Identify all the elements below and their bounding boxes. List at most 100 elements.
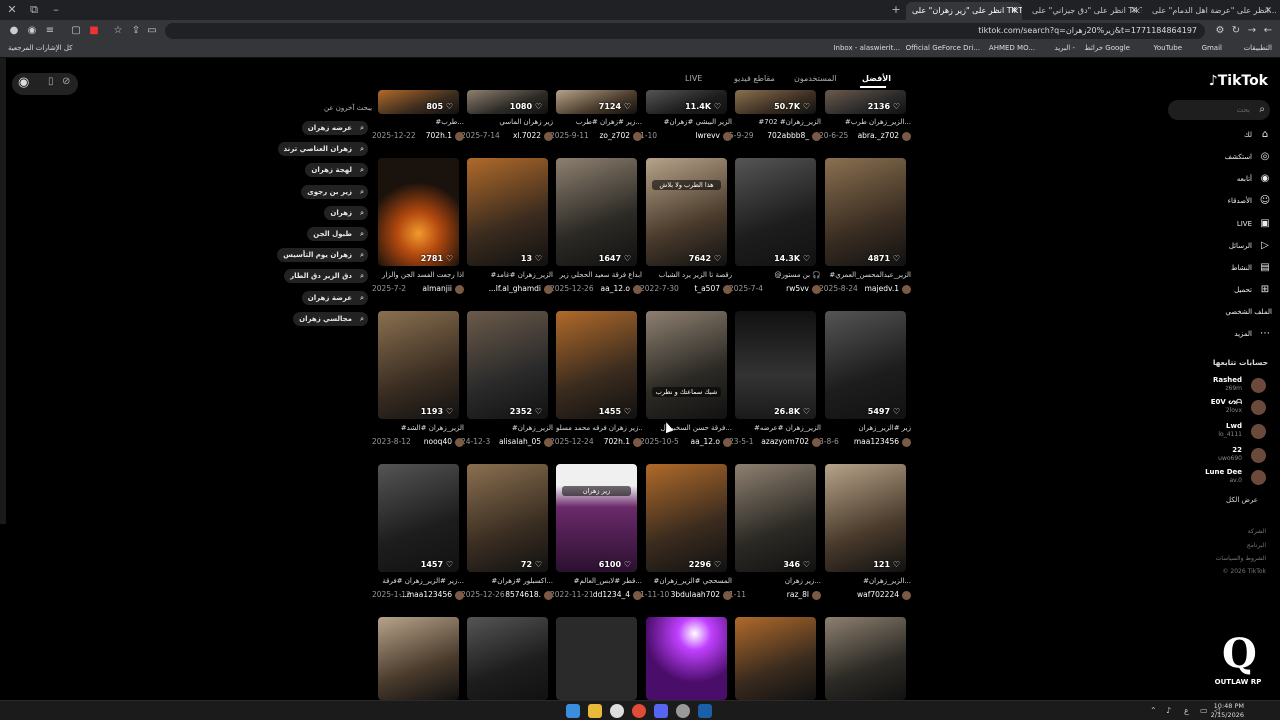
network-icon[interactable]: ▭ bbox=[1200, 706, 1208, 715]
video-thumbnail[interactable]: 2781 ♡ bbox=[378, 158, 459, 266]
new-tab-button[interactable]: + bbox=[888, 2, 904, 18]
tray-chevron-icon[interactable]: ⌃ bbox=[1150, 706, 1157, 715]
video-caption[interactable]: #الزير_زهران #عرضه bbox=[735, 424, 821, 435]
sidebar-item[interactable]: النشاط ▤ bbox=[1231, 260, 1272, 276]
video-thumbnail[interactable] bbox=[467, 617, 548, 700]
video-author[interactable]: maa123456 bbox=[854, 437, 899, 446]
app-icon[interactable] bbox=[676, 704, 690, 718]
video-caption[interactable]: زير #زهران #طرب... bbox=[556, 118, 642, 129]
tab-zir-zahran[interactable]: انظر على "زير زهران" على TikTok✕ bbox=[906, 2, 1022, 20]
video-author[interactable]: ...maa123456 bbox=[400, 590, 452, 599]
video-thumbnail[interactable]: 1647 ♡ bbox=[556, 158, 637, 266]
bookmark-maps[interactable]: خرائط Google bbox=[1084, 44, 1130, 52]
video-author[interactable]: aa_12.o bbox=[691, 437, 720, 446]
video-caption[interactable]: زير #الزير_زهران #فرقة... bbox=[378, 577, 464, 588]
bookmark-gmail[interactable]: Gmail bbox=[1202, 44, 1222, 52]
followed-account[interactable]: Rashed z69m bbox=[1196, 376, 1266, 396]
video-caption[interactable]: #الزير_زهران #الشد bbox=[378, 424, 464, 435]
video-thumbnail[interactable] bbox=[735, 617, 816, 700]
related-search-chip[interactable]: مجالسي زهران ⌕ bbox=[293, 311, 368, 326]
floating-widget[interactable]: ◉ ▯ ⊘ bbox=[12, 73, 78, 95]
bookmark-inbox[interactable]: Inbox - alaswierit... bbox=[833, 44, 900, 52]
discord-icon[interactable] bbox=[654, 704, 668, 718]
video-thumbnail[interactable]: 2352 ♡ bbox=[467, 311, 548, 419]
video-caption[interactable]: #الزير البيشي #زهران bbox=[646, 118, 732, 129]
video-author[interactable]: 702h.1 bbox=[426, 131, 452, 140]
related-search-chip[interactable]: لهجة زهران ⌕ bbox=[305, 163, 368, 178]
video-caption[interactable]: #الزير_عبدالمحسن_العمري bbox=[825, 271, 911, 282]
video-author[interactable]: dd1234_4 bbox=[593, 590, 630, 599]
video-author[interactable]: waf702224 bbox=[857, 590, 899, 599]
video-caption[interactable]: @بن مستور 🎧 bbox=[735, 271, 821, 282]
bookmark-star-icon[interactable]: ☆ bbox=[110, 23, 126, 39]
search-input[interactable]: بحث ⌕ bbox=[1168, 100, 1270, 120]
followed-account[interactable]: E0V ᔕᗩ 2lovx bbox=[1196, 398, 1266, 418]
video-caption[interactable]: #اكسبلور #زهران... bbox=[467, 577, 553, 588]
video-author[interactable]: majedv.1 bbox=[865, 284, 899, 293]
video-thumbnail[interactable] bbox=[825, 617, 906, 700]
related-search-chip[interactable]: طبول الجن ⌕ bbox=[307, 227, 368, 241]
bookmark-ahmed[interactable]: AHMED MO... bbox=[989, 44, 1035, 52]
video-author[interactable]: nooq40 bbox=[424, 437, 452, 446]
video-thumbnail[interactable]: 11.4K ♡ bbox=[646, 90, 727, 114]
search-icon[interactable]: ⌕ bbox=[1259, 100, 1265, 120]
video-caption[interactable]: #الزير_زهران طرب... bbox=[825, 118, 911, 129]
close-tab-icon[interactable]: ✕ bbox=[1010, 2, 1018, 20]
video-author[interactable]: lwrevv bbox=[695, 131, 720, 140]
video-author[interactable]: aa_12.o bbox=[601, 284, 630, 293]
tab-ardah-dammam[interactable]: انظر على "عرضة اهل الدمام" على…✕ bbox=[1146, 2, 1276, 20]
mic-icon[interactable]: ♪ bbox=[1166, 706, 1171, 715]
bookmark-mail[interactable]: البريد - bbox=[1055, 44, 1075, 52]
extensions-icon[interactable]: ≡ bbox=[42, 23, 58, 39]
tab-daq-jizani[interactable]: انظر على "دق جيزاني" على TikTok✕ bbox=[1026, 2, 1142, 20]
video-author[interactable]: xl.7022 bbox=[513, 131, 541, 140]
footer-program[interactable]: البرنامج bbox=[1247, 542, 1266, 549]
video-caption[interactable]: زير زهران الماسي bbox=[467, 118, 553, 129]
video-thumbnail[interactable]: 50.7K ♡ bbox=[735, 90, 816, 114]
bookmark-all[interactable]: كل الإشارات المرجعية bbox=[8, 44, 73, 52]
close-window-icon[interactable]: ✕ bbox=[4, 2, 20, 18]
video-thumbnail[interactable]: 5497 ♡ bbox=[825, 311, 906, 419]
video-caption[interactable]: #طرب... bbox=[378, 118, 464, 129]
badge-extension-icon[interactable]: ■ bbox=[86, 23, 102, 39]
url-input[interactable]: tiktok.com/search?q=زير%20زهران&t=177118… bbox=[165, 23, 1205, 39]
video-thumbnail[interactable]: 121 ♡ bbox=[825, 464, 906, 572]
video-thumbnail[interactable]: 13 ♡ bbox=[467, 158, 548, 266]
clock[interactable]: 10:48 PM 2/15/2026 bbox=[1211, 702, 1244, 720]
video-caption[interactable]: #الزير_زهران #غامد bbox=[467, 271, 553, 282]
video-author[interactable]: raz_8l bbox=[787, 590, 809, 599]
video-author[interactable]: 3bdulaah702 bbox=[671, 590, 720, 599]
video-author[interactable]: ...lf.al_ghamdi bbox=[489, 284, 541, 293]
video-thumbnail[interactable]: 2296 ♡ bbox=[646, 464, 727, 572]
sidebar-item[interactable]: المزيد ⋯ bbox=[1234, 326, 1272, 342]
related-search-chip[interactable]: دق الزير دق الطار ⌕ bbox=[284, 269, 368, 284]
back-icon[interactable]: → bbox=[1244, 23, 1260, 39]
video-author[interactable]: abra._z702 bbox=[858, 131, 899, 140]
video-thumbnail[interactable]: زير زهران 6100 ♡ bbox=[556, 464, 637, 572]
related-search-chip[interactable]: زير بن رجوى ⌕ bbox=[301, 184, 368, 199]
video-thumbnail[interactable]: 1457 ♡ bbox=[378, 464, 459, 572]
video-thumbnail[interactable]: 1455 ♡ bbox=[556, 311, 637, 419]
tiktok-logo[interactable]: ♪TikTok bbox=[1207, 73, 1268, 89]
related-search-chip[interactable]: زهران يوم التأسيس ⌕ bbox=[277, 248, 368, 263]
sidebar-item[interactable]: استكشف ◎ bbox=[1225, 149, 1272, 165]
related-search-chip[interactable]: عرضة زهران ⌕ bbox=[301, 290, 368, 305]
video-caption[interactable]: #702 #الزير_زهران bbox=[735, 118, 821, 129]
tab-live[interactable]: LIVE bbox=[685, 74, 702, 83]
video-author[interactable]: alisalah_05 bbox=[499, 437, 541, 446]
video-thumbnail[interactable]: شبك سماعتك و نطرب bbox=[646, 311, 727, 419]
related-search-chip[interactable]: عرضه زهران ⌕ bbox=[301, 121, 368, 135]
forward-icon[interactable]: ← bbox=[1260, 23, 1276, 39]
video-thumbnail[interactable]: 805 ♡ bbox=[378, 90, 459, 114]
sidebar-item[interactable]: أتابعه ◉ bbox=[1237, 171, 1272, 187]
video-thumbnail[interactable] bbox=[646, 617, 727, 700]
record-icon[interactable]: ◉ bbox=[18, 75, 29, 90]
site-settings-icon[interactable]: ⚙ bbox=[1212, 23, 1228, 39]
video-caption[interactable]: فرقة حسن السخبر آل... bbox=[646, 424, 732, 435]
video-author[interactable]: azazyom702 bbox=[761, 437, 809, 446]
video-thumbnail[interactable]: 2136 ♡ bbox=[825, 90, 906, 114]
video-author[interactable]: zo_z702 bbox=[599, 131, 630, 140]
video-author[interactable]: 8574618. bbox=[505, 590, 541, 599]
bookmark-geforce[interactable]: Official GeForce Dri... bbox=[906, 44, 980, 52]
close-tab-icon[interactable]: ✕ bbox=[1130, 2, 1138, 20]
